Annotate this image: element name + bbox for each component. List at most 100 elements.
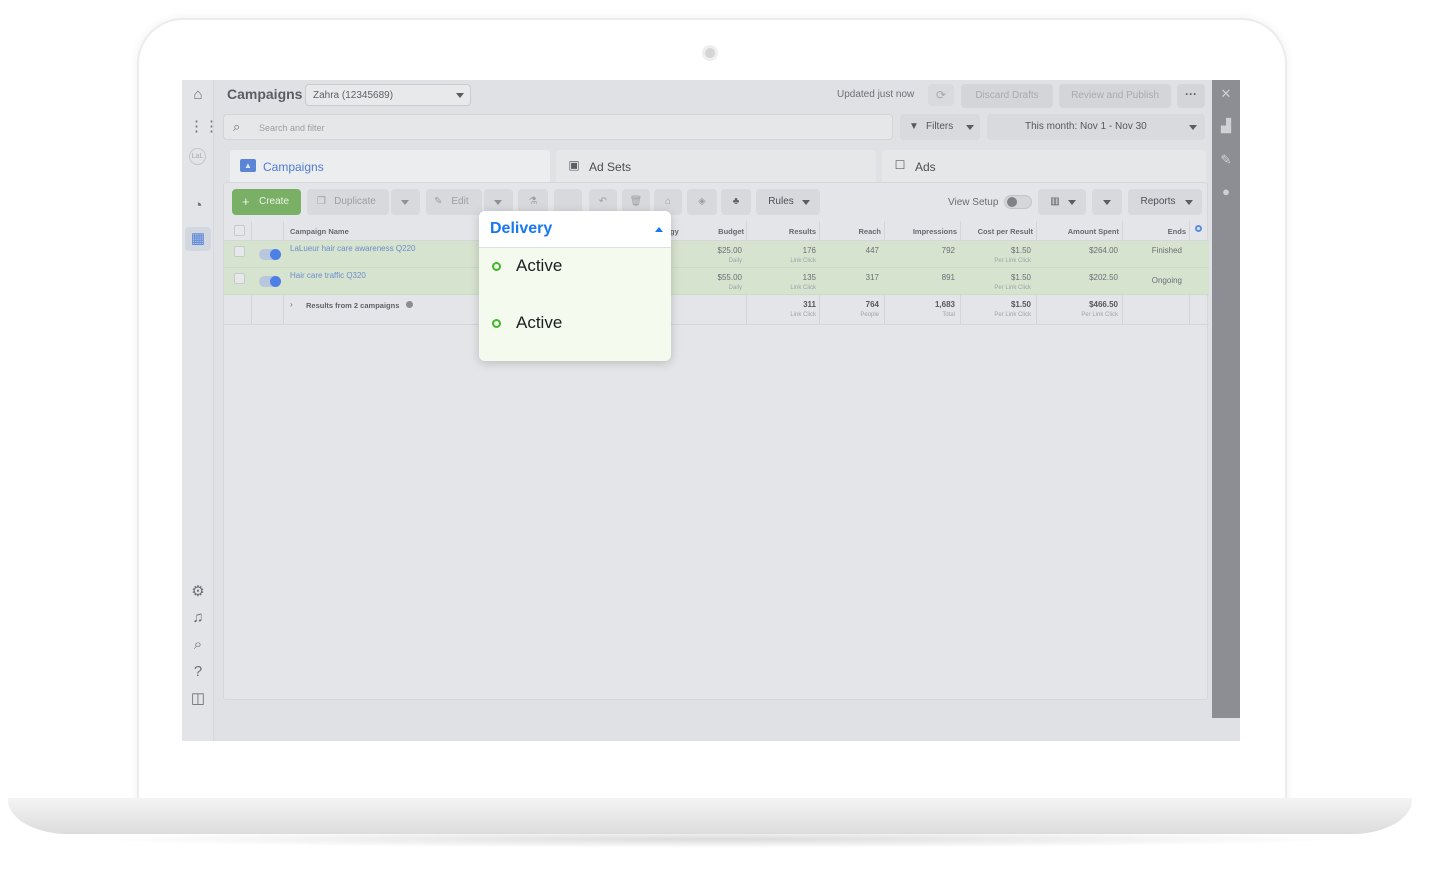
tree-button[interactable]: ♣ [721, 189, 751, 215]
chevron-down-icon [802, 200, 810, 205]
col-impressions[interactable]: Impressions [890, 227, 957, 236]
top-bar: Campaigns Zahra (12345689) Updated just … [222, 82, 1206, 108]
col-results[interactable]: Results [764, 227, 816, 236]
date-range-picker[interactable]: This month: Nov 1 - Nov 30 [987, 114, 1205, 140]
search-bar[interactable]: ⌕ Search and filter [223, 114, 893, 140]
home-icon[interactable]: ⌂ [189, 86, 207, 104]
delivery-status-item[interactable]: Active [479, 313, 671, 337]
review-publish-button[interactable]: Review and Publish [1059, 84, 1171, 108]
clock-icon[interactable]: ● [1218, 184, 1234, 200]
account-logo-icon[interactable]: LaL [189, 148, 206, 165]
spent-cell: $264.00 [1089, 246, 1118, 255]
bar-chart-icon[interactable]: ▟ [1218, 118, 1234, 134]
reach-cell: 317 [865, 273, 879, 282]
summary-results-sub: Link Click [790, 312, 816, 318]
left-nav-rail: ⌂ ⋮⋮ LaL ◔ ▦ ⚙ ♫ ⌕ ? ◫ [182, 80, 219, 741]
search-icon[interactable]: ⌕ [189, 636, 207, 654]
pencil-icon[interactable]: ✎ [1218, 152, 1234, 168]
help-icon[interactable]: ? [189, 663, 207, 681]
summary-cost: $1.50 [1010, 300, 1031, 309]
chevron-down-icon [456, 93, 464, 98]
summary-impressions: 1,683 [934, 300, 955, 309]
campaign-toggle[interactable] [259, 276, 281, 287]
tab-campaigns[interactable]: ▲ Campaigns [230, 150, 550, 184]
row-checkbox[interactable] [234, 273, 245, 284]
camera-icon [702, 45, 718, 61]
col-bid-strategy[interactable]: gy [670, 227, 679, 236]
account-name: Zahra (12345689) [313, 90, 394, 101]
close-icon[interactable]: ✕ [1218, 86, 1234, 102]
chevron-down-icon [401, 200, 409, 205]
chevron-up-icon[interactable] [655, 227, 663, 232]
summary-spent: $466.50 [1089, 300, 1118, 309]
tag-button[interactable]: ◈ [687, 189, 717, 215]
search-input[interactable]: Search and filter [259, 123, 325, 133]
summary-label: Results from 2 campaigns [306, 301, 400, 310]
bell-icon[interactable]: ♫ [189, 609, 207, 627]
tab-label: Campaigns [263, 160, 324, 174]
dashboard-icon[interactable]: ◔ [189, 197, 207, 215]
edit-button[interactable]: ✎ Edit [426, 189, 482, 215]
tab-ads[interactable]: ☐ Ads [882, 150, 1206, 184]
campaigns-panel: + Create ❐ Duplicate ✎ Edit ⚗ ↶ 🗑 ⌂ ◈ ♣ … [223, 182, 1209, 700]
campaign-name-link[interactable]: Hair care traffic Q320 [290, 271, 366, 280]
settings-icon[interactable]: ⚙ [189, 583, 207, 601]
campaign-toggle[interactable] [259, 249, 281, 260]
app-screen: ⌂ ⋮⋮ LaL ◔ ▦ ⚙ ♫ ⌕ ? ◫ ✕ ▟ ✎ ● Campaigns… [182, 80, 1240, 741]
col-campaign-name[interactable]: Campaign Name [290, 227, 349, 236]
toggle-knob [270, 249, 281, 260]
delivery-header[interactable]: Delivery [479, 211, 671, 248]
tree-icon: ♣ [732, 196, 740, 207]
more-options-button[interactable]: ··· [1177, 84, 1205, 108]
filter-icon: ▼ [909, 121, 919, 132]
cost-sub: Per Link Click [994, 285, 1031, 291]
panel-icon[interactable]: ◫ [189, 690, 207, 708]
col-amount-spent[interactable]: Amount Spent [1040, 227, 1119, 236]
summary-reach-sub: People [860, 312, 879, 318]
reports-button[interactable]: Reports [1128, 189, 1202, 215]
budget-cell: $55.00 [717, 273, 742, 282]
impressions-cell: 891 [941, 273, 955, 282]
col-ends[interactable]: Ends [1134, 227, 1186, 236]
rules-button[interactable]: Rules [756, 189, 820, 215]
campaign-name-link[interactable]: LaLueur hair care awareness Q220 [290, 244, 415, 253]
table-row[interactable]: Hair care traffic Q320 t $55.00 Daily 13… [224, 268, 1209, 295]
summary-reach: 764 [865, 300, 879, 309]
select-all-checkbox[interactable] [234, 225, 245, 236]
chevron-down-icon [1189, 125, 1197, 130]
discard-drafts-button[interactable]: Discard Drafts [961, 84, 1053, 108]
delivery-status-item[interactable]: Active [479, 256, 671, 280]
expand-chevron-icon[interactable]: › [290, 300, 293, 309]
row-checkbox[interactable] [234, 246, 245, 257]
cost-cell: $1.50 [1010, 273, 1031, 282]
view-setup-toggle[interactable] [1004, 195, 1032, 209]
updated-status: Updated just now [837, 89, 915, 100]
col-cost-per-result[interactable]: Cost per Result [964, 227, 1033, 236]
active-status-icon [492, 262, 501, 271]
date-range-label: This month: Nov 1 - Nov 30 [1025, 121, 1147, 132]
apps-grid-icon[interactable]: ⋮⋮ [189, 118, 219, 136]
duplicate-dropdown[interactable] [391, 189, 420, 215]
account-select[interactable]: Zahra (12345689) [305, 84, 471, 106]
column-settings-icon[interactable] [1195, 225, 1202, 232]
table-row[interactable]: LaLueur hair care awareness Q220 t $25.0… [224, 241, 1209, 268]
refresh-button[interactable]: ⟳ [928, 84, 954, 106]
laptop-base [8, 798, 1412, 834]
status-label: Active [516, 313, 563, 332]
plus-icon: + [242, 194, 250, 209]
reports-label: Reports [1140, 196, 1176, 207]
duplicate-button[interactable]: ❐ Duplicate [307, 189, 389, 215]
col-reach[interactable]: Reach [834, 227, 881, 236]
impressions-cell: 792 [941, 246, 955, 255]
table-header: Campaign Name gy Budget Results Reach Im… [224, 221, 1209, 241]
summary-results: 311 [803, 300, 816, 309]
duplicate-label: Duplicate [334, 196, 376, 207]
create-button[interactable]: + Create [232, 189, 301, 215]
columns-button[interactable]: ▥ [1038, 189, 1086, 215]
col-budget[interactable]: Budget [704, 227, 744, 236]
folder-icon: ▲ [240, 159, 256, 172]
breakdown-button[interactable] [1092, 189, 1122, 215]
filters-button[interactable]: ▼ Filters [900, 114, 980, 140]
table-icon[interactable]: ▦ [189, 230, 207, 248]
tab-ad-sets[interactable]: ▣ Ad Sets [556, 150, 876, 184]
